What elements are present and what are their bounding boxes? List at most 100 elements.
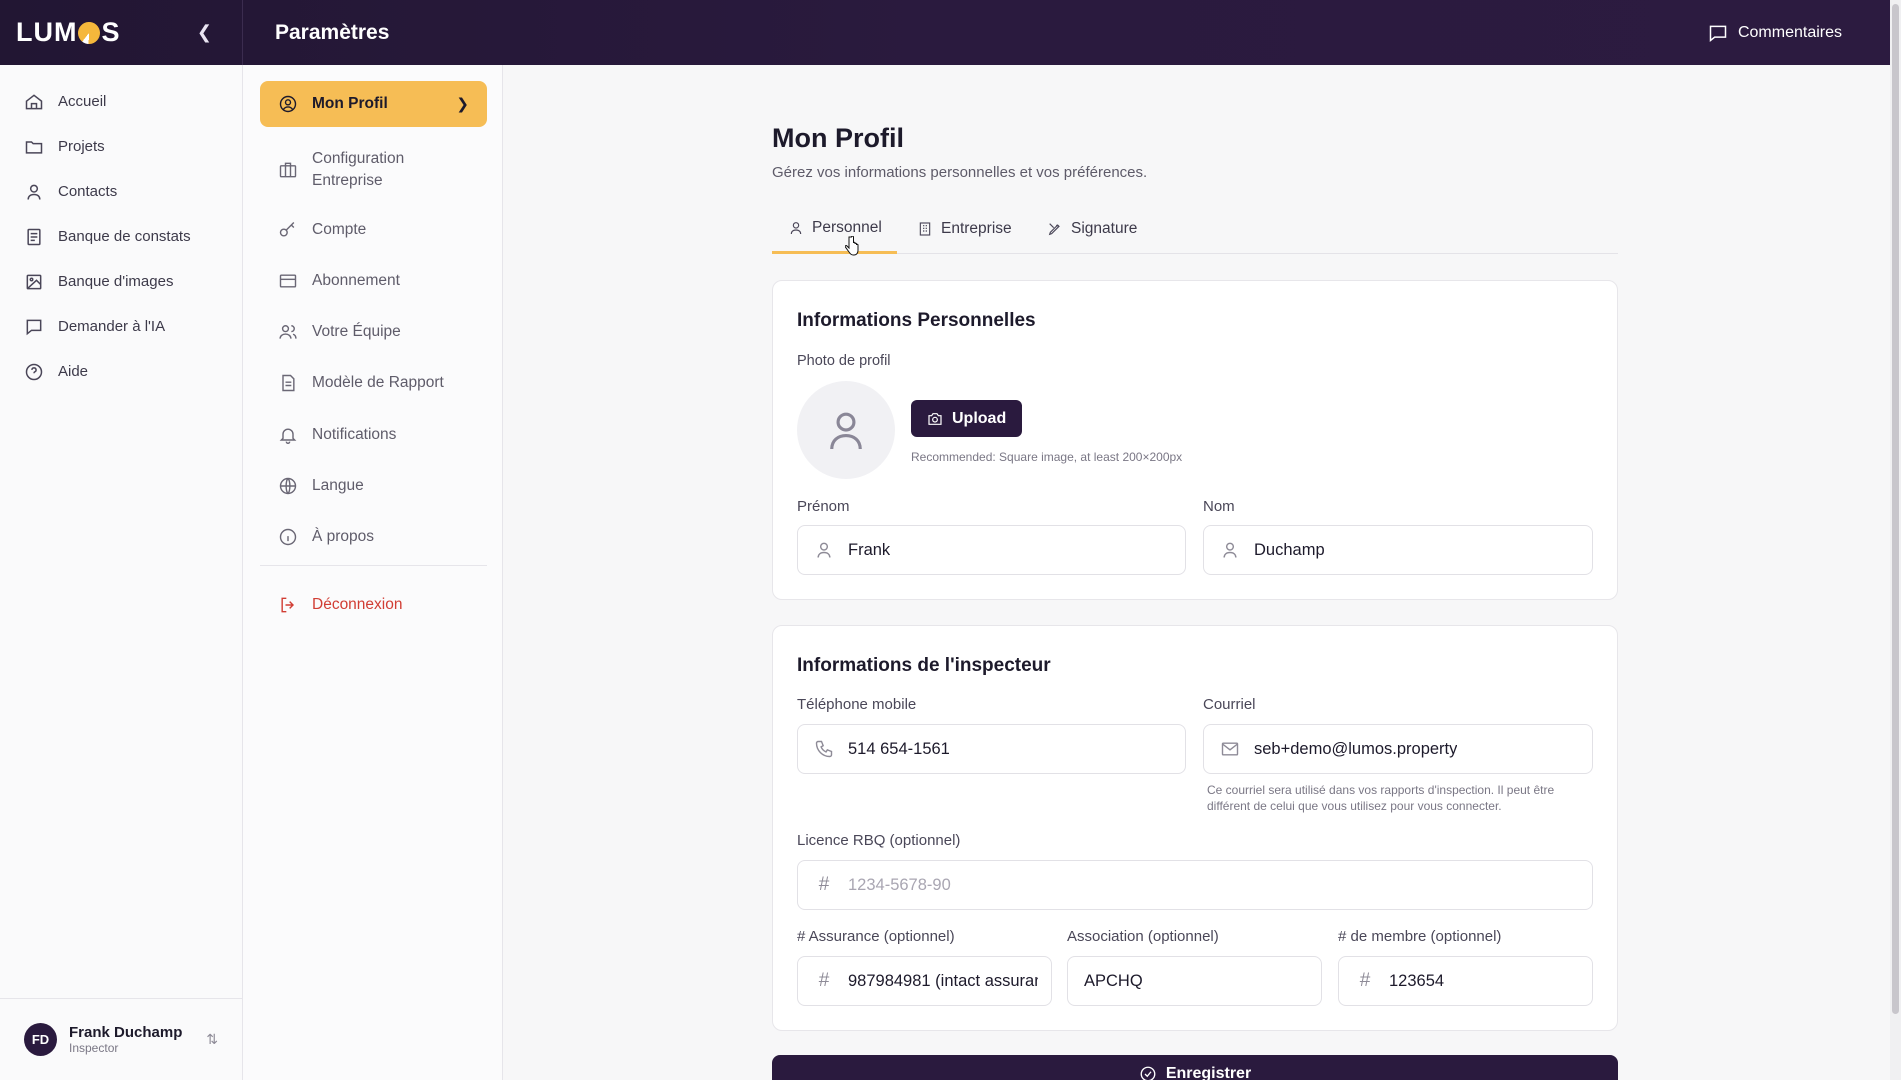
settings-item-label: Mon Profil <box>312 95 388 112</box>
key-icon <box>279 221 295 237</box>
tab-label: Personnel <box>812 218 882 236</box>
settings-item-langue[interactable]: Langue <box>260 466 487 506</box>
page-heading: Paramètres <box>275 20 390 44</box>
settings-item-a-propos[interactable]: À propos <box>260 517 487 557</box>
settings-item-configuration-entreprise[interactable]: Configuration Entreprise <box>260 147 487 193</box>
inspector-info-card: Informations de l'inspecteur Téléphone m… <box>772 625 1618 1031</box>
user-icon <box>27 184 41 200</box>
user-icon <box>1223 542 1237 558</box>
settings-item-label: Votre Équipe <box>312 323 401 340</box>
association-label: Association (optionnel) <box>1067 928 1219 945</box>
help-icon <box>25 363 43 380</box>
sidebar-item-demander-ia[interactable]: Demander à l'IA <box>0 304 242 349</box>
building-icon <box>919 222 931 236</box>
member-value: 123654 <box>1389 971 1445 990</box>
association-field[interactable]: APCHQ <box>1067 956 1322 1006</box>
tab-entreprise[interactable]: Entreprise <box>917 204 1012 254</box>
scrollbar-thumb[interactable] <box>1892 4 1899 1014</box>
sidebar-item-label: Aide <box>58 363 89 380</box>
user-name: Frank Duchamp <box>69 1024 183 1041</box>
first-name-field[interactable]: Frank <box>797 525 1186 575</box>
rbq-field[interactable]: # 1234-5678-90 <box>797 860 1593 910</box>
insurance-value: 987984981 (intact assurance) <box>848 971 1038 990</box>
member-label: # de membre (optionnel) <box>1338 928 1502 945</box>
settings-divider <box>260 565 487 566</box>
sidebar-item-banque-images[interactable]: Banque d'images <box>0 259 242 304</box>
feedback-button[interactable]: Commentaires <box>1708 23 1842 43</box>
upload-button[interactable]: Upload <box>911 400 1023 437</box>
sidebar-item-accueil[interactable]: Accueil <box>0 79 242 124</box>
insurance-label: # Assurance (optionnel) <box>797 928 955 945</box>
upload-label: Upload <box>952 409 1007 427</box>
chevron-right-icon: ❯ <box>456 96 469 113</box>
page-subtitle: Gérez vos informations personnelles et v… <box>772 164 1148 181</box>
report-icon <box>282 374 295 392</box>
card-title: Informations de l'inspecteur <box>797 655 1051 676</box>
hash-icon: # <box>1359 970 1371 991</box>
settings-item-modele-rapport[interactable]: Modèle de Rapport <box>260 363 487 403</box>
settings-sidebar: Mon Profil ❯ Configuration Entreprise Co… <box>243 65 503 1080</box>
settings-item-label: Langue <box>312 477 364 494</box>
settings-item-label: Compte <box>312 221 367 238</box>
tab-label: Signature <box>1071 220 1138 237</box>
tab-signature[interactable]: Signature <box>1047 204 1137 254</box>
settings-item-label: À propos <box>312 528 375 545</box>
folder-icon <box>25 140 43 154</box>
avatar: FD <box>24 1023 57 1056</box>
sidebar-item-contacts[interactable]: Contacts <box>0 169 242 214</box>
mouse-pointer-icon <box>845 236 859 256</box>
email-help-line: différent de celui que vous utilisez pou… <box>1207 799 1502 814</box>
main-sidebar: Accueil Projets Contacts Banque de const… <box>0 65 243 1080</box>
logout-label: Déconnexion <box>312 596 403 613</box>
email-help-line: Ce courriel sera utilisé dans vos rappor… <box>1207 783 1555 797</box>
member-field[interactable]: # 123654 <box>1338 956 1593 1006</box>
personal-info-card: Informations Personnelles Photo de profi… <box>772 280 1618 600</box>
logo-area: LUM S ❮ <box>0 0 243 65</box>
settings-item-notifications[interactable]: Notifications <box>260 415 487 455</box>
settings-item-label: Configuration Entreprise <box>312 150 405 189</box>
sidebar-item-aide[interactable]: Aide <box>0 349 242 394</box>
profile-icon <box>279 95 297 113</box>
chevrons-up-down-icon: ⇅ <box>206 1031 218 1047</box>
logout-button[interactable]: Déconnexion <box>260 585 487 625</box>
sidebar-item-label: Banque d'images <box>58 273 174 290</box>
team-icon <box>279 325 297 339</box>
user-menu[interactable]: FD Frank Duchamp Inspector ⇅ <box>0 998 242 1080</box>
image-icon <box>26 274 42 289</box>
email-value: seb+demo@lumos.property <box>1254 739 1458 758</box>
email-field[interactable]: seb+demo@lumos.property <box>1203 724 1593 774</box>
settings-item-compte[interactable]: Compte <box>260 210 487 250</box>
page-scrollbar[interactable] <box>1890 0 1901 1080</box>
page-title: Mon Profil <box>772 123 904 153</box>
upload-hint: Recommended: Square image, at least 200×… <box>911 450 1183 464</box>
profile-photo-placeholder <box>797 381 895 479</box>
signature-icon <box>1048 223 1060 236</box>
sidebar-item-projets[interactable]: Projets <box>0 124 242 169</box>
sidebar-item-banque-constats[interactable]: Banque de constats <box>0 214 242 259</box>
insurance-field[interactable]: # 987984981 (intact assurance) <box>797 956 1052 1006</box>
save-label: Enregistrer <box>1165 1065 1252 1080</box>
phone-field[interactable]: 514 654-1561 <box>797 724 1186 774</box>
save-button[interactable]: Enregistrer <box>772 1055 1618 1080</box>
settings-item-label: Abonnement <box>312 272 400 289</box>
settings-item-mon-profil[interactable]: Mon Profil ❯ <box>260 81 487 127</box>
phone-label: Téléphone mobile <box>797 696 917 713</box>
photo-label: Photo de profil <box>797 353 891 369</box>
settings-item-votre-equipe[interactable]: Votre Équipe <box>260 312 487 352</box>
last-name-value: Duchamp <box>1254 540 1325 559</box>
hash-icon: # <box>818 970 830 991</box>
sidebar-item-label: Accueil <box>58 93 107 110</box>
sidebar-item-label: Projets <box>58 138 105 155</box>
last-name-field[interactable]: Duchamp <box>1203 525 1593 575</box>
globe-icon <box>279 477 297 495</box>
settings-item-abonnement[interactable]: Abonnement <box>260 261 487 301</box>
lumos-logo[interactable]: LUM S <box>16 17 121 48</box>
user-icon <box>830 412 862 450</box>
tab-personnel[interactable]: Personnel <box>772 204 897 254</box>
phone-value: 514 654-1561 <box>848 739 950 758</box>
home-icon <box>25 93 43 109</box>
sidebar-item-label: Demander à l'IA <box>58 318 166 335</box>
briefcase-icon <box>279 162 297 178</box>
collapse-sidebar-icon[interactable]: ❮ <box>197 22 212 43</box>
email-help-text: Ce courriel sera utilisé dans vos rappor… <box>1207 782 1554 814</box>
